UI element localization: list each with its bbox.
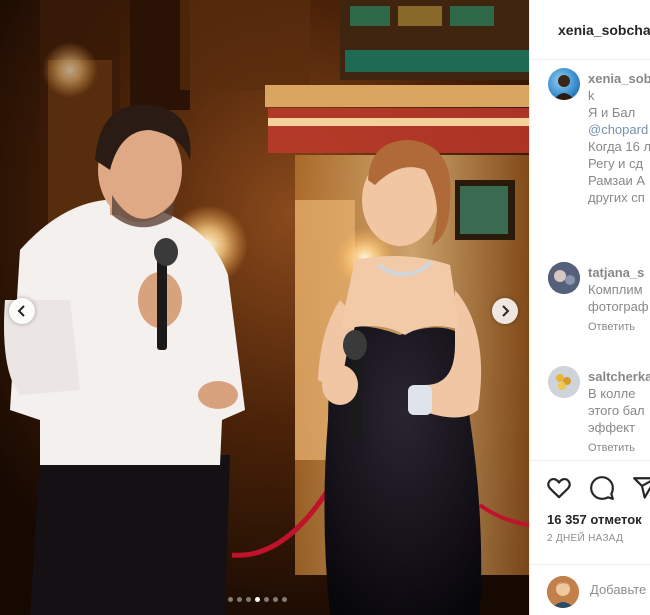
add-comment-bar	[530, 564, 650, 615]
caption-line: Я и Бал	[588, 105, 636, 120]
carousel-dot	[228, 597, 233, 602]
carousel-dot	[237, 597, 242, 602]
comment-text: saltcherkas В колле этого бал эффект Отв…	[588, 368, 650, 457]
caption-line: Когда 16 л	[588, 139, 650, 154]
heart-icon[interactable]	[546, 475, 572, 501]
reply-link[interactable]: Ответить	[588, 319, 649, 336]
post-header: xenia_sobchak	[530, 0, 650, 60]
caption-mention[interactable]: @chopard	[588, 121, 650, 138]
caption-username[interactable]: xenia_sobc	[588, 70, 650, 87]
comment-item: tatjana_s Комплим фотограф Ответить	[548, 262, 650, 342]
carousel-dots	[228, 597, 287, 602]
avatar-image	[547, 576, 579, 608]
comment-line: этого бал	[588, 403, 645, 418]
caption-line: Регу и сд	[588, 156, 644, 171]
carousel-dot-active	[255, 597, 260, 602]
caption-line: k	[588, 88, 595, 103]
comment-text: tatjana_s Комплим фотограф Ответить	[588, 264, 649, 336]
viewer-avatar	[547, 576, 579, 608]
author-avatar[interactable]	[548, 68, 580, 100]
comment-line: эффект	[588, 420, 636, 435]
post-photo[interactable]	[0, 0, 529, 615]
carousel-dot	[282, 597, 287, 602]
avatar-image	[554, 75, 574, 100]
avatar-image	[548, 262, 580, 294]
likes-count[interactable]: 16 357 отметок	[547, 512, 642, 527]
carousel-next-button[interactable]	[492, 298, 518, 324]
commenter-avatar[interactable]	[548, 366, 580, 398]
chevron-right-icon	[502, 305, 510, 317]
carousel-dot	[246, 597, 251, 602]
avatar-image	[548, 366, 580, 398]
reply-link[interactable]: Ответить	[588, 440, 650, 457]
comment-icon[interactable]	[589, 475, 615, 501]
comment-username[interactable]: saltcherkas	[588, 368, 650, 385]
comment-input[interactable]	[590, 582, 650, 597]
post-date[interactable]: 2 ДНЕЙ НАЗАД	[547, 533, 623, 544]
caption-text: xenia_sobc k Я и Бал @chopard Когда 16 л…	[588, 70, 650, 206]
caption-line: Рамзаи А	[588, 173, 645, 188]
comment-item: saltcherkas В колле этого бал эффект Отв…	[548, 366, 650, 456]
carousel-dot	[264, 597, 269, 602]
action-icons	[546, 475, 650, 501]
comment-line: Комплим	[588, 282, 643, 297]
post-sidebar: xenia_sobchak xenia_sobc k Я и Бал @chop…	[529, 0, 650, 615]
comment-line: В колле	[588, 386, 636, 401]
post-actions: 16 357 отметок 2 ДНЕЙ НАЗАД	[530, 460, 650, 615]
chevron-left-icon	[17, 305, 25, 317]
caption-line: других сп	[588, 190, 645, 205]
post-author-username[interactable]: xenia_sobchak	[558, 22, 650, 38]
comment-line: фотограф	[588, 299, 649, 314]
carousel-prev-button[interactable]	[9, 298, 35, 324]
caption: xenia_sobc k Я и Бал @chopard Когда 16 л…	[548, 68, 650, 228]
share-icon[interactable]	[632, 475, 650, 501]
comment-username[interactable]: tatjana_s	[588, 264, 649, 281]
commenter-avatar[interactable]	[548, 262, 580, 294]
post-image	[0, 0, 529, 615]
carousel-dot	[273, 597, 278, 602]
